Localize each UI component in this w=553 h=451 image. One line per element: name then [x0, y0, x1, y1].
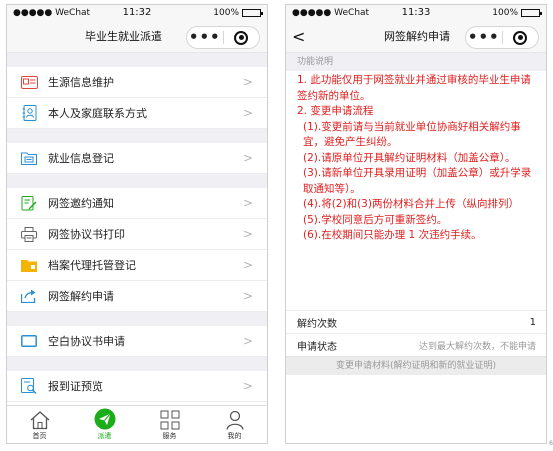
send-icon	[94, 408, 115, 430]
menu-label: 报到证预览	[48, 380, 103, 393]
menu-item-contact-info[interactable]: 本人及家庭联系方式 >	[7, 98, 267, 129]
mini-program-capsule: •••	[186, 26, 260, 49]
instruction-line: (3).请新单位开具录用证明（加盖公章）或升学录取通知等）。	[303, 167, 532, 195]
tab-service[interactable]: 服务	[137, 406, 202, 443]
menu-label: 网签邀约通知	[48, 197, 114, 210]
chevron-right-icon: >	[242, 196, 253, 210]
status-bar: ●●●●● WeChat 11:32 100%	[7, 5, 267, 21]
close-program-icon[interactable]	[503, 30, 539, 45]
user-icon	[225, 410, 244, 430]
instruction-line: 2. 变更申请流程	[297, 105, 374, 117]
tab-mine[interactable]: 我的	[202, 406, 267, 443]
blank-sheet-icon	[20, 333, 38, 349]
menu-label: 就业信息登记	[48, 152, 114, 165]
battery-percent: 100%	[213, 8, 239, 18]
tab-home[interactable]: 首页	[7, 406, 72, 443]
instruction-line: (6).在校期间只能办理 1 次违约手续。	[303, 229, 482, 241]
menu-item-cancel-agreement[interactable]: 网签解约申请 >	[7, 281, 267, 312]
chevron-right-icon: >	[242, 334, 253, 348]
chevron-right-icon: >	[242, 227, 253, 241]
more-options-icon[interactable]: •••	[466, 26, 502, 49]
battery-indicator: 100%	[213, 5, 263, 21]
nav-bar: < 网签解约申请 •••	[286, 21, 546, 53]
corner-mark: 6	[549, 440, 553, 447]
back-icon[interactable]: <	[292, 21, 305, 53]
menu-label: 档案代理托管登记	[48, 259, 136, 272]
tab-bar: 首页 派遣 服务 我的	[7, 405, 267, 443]
chevron-right-icon: >	[242, 258, 253, 272]
close-program-icon[interactable]	[224, 30, 260, 45]
cancel-count-row: 解约次数 1	[286, 310, 546, 333]
chevron-right-icon: >	[242, 75, 253, 89]
tab-label: 我的	[227, 432, 242, 440]
menu-item-employment-register[interactable]: 就业信息登记 >	[7, 143, 267, 174]
contact-book-icon	[20, 105, 38, 121]
right-phone-screen: ●●●●● WeChat 11:33 100% < 网签解约申请 ••• 功能说…	[285, 4, 547, 444]
instruction-line: (4).将(2)和(3)两份材料合并上传（纵向排列）	[303, 198, 519, 210]
menu-item-report-preview[interactable]: 报到证预览 >	[7, 371, 267, 402]
status-bar: ●●●●● WeChat 11:33 100%	[286, 5, 546, 21]
menu-label: 本人及家庭联系方式	[48, 107, 147, 120]
menu-item-invite-notice[interactable]: 网签邀约通知 >	[7, 188, 267, 219]
tab-label: 首页	[32, 432, 47, 440]
tab-label: 派遣	[97, 432, 112, 440]
apply-status-value: 达到最大解约次数，不能申请	[418, 341, 536, 352]
menu-item-archive-register[interactable]: 档案代理托管登记 >	[7, 250, 267, 281]
menu-item-agreement-print[interactable]: 网签协议书打印 >	[7, 219, 267, 250]
edit-note-icon	[20, 195, 38, 211]
printer-icon	[20, 226, 38, 242]
section-label: 功能说明	[286, 53, 546, 71]
instruction-line: (2).请原单位开具解约证明材料（加盖公章）。	[303, 151, 516, 164]
nav-bar: 毕业生就业派遣 •••	[7, 21, 267, 53]
menu-label: 网签协议书打印	[48, 228, 125, 241]
chevron-right-icon: >	[242, 379, 253, 393]
folder-card-icon	[20, 150, 38, 166]
apply-status-label: 申请状态	[297, 341, 337, 353]
grid-icon	[160, 410, 179, 430]
share-out-icon	[20, 288, 38, 304]
chevron-right-icon: >	[242, 289, 253, 303]
instruction-line: (5).学校同意后方可重新签约。	[303, 213, 448, 226]
battery-indicator: 100%	[492, 5, 542, 21]
id-card-icon	[20, 74, 38, 90]
menu-label: 空白协议书申请	[48, 335, 125, 348]
cancel-count-label: 解约次数	[297, 318, 337, 330]
folder-icon	[20, 257, 38, 273]
change-materials-button[interactable]: 变更申请材料(解约证明和新的就业证明)	[286, 356, 546, 375]
cancel-count-value: 1	[529, 316, 536, 328]
tab-label: 服务	[162, 432, 177, 440]
chevron-right-icon: >	[242, 151, 253, 165]
page-title: 网签解约申请	[384, 30, 450, 43]
tab-dispatch[interactable]: 派遣	[72, 406, 137, 443]
instruction-line: (1).变更前请与当前就业单位协商好相关解约事宜，避免产生纠纷。	[303, 120, 521, 149]
menu-item-blank-agreement[interactable]: 空白协议书申请 >	[7, 326, 267, 357]
home-icon	[30, 411, 49, 430]
menu-label: 网签解约申请	[48, 290, 114, 303]
instruction-line: 1. 此功能仅用于网签就业并通过审核的毕业生申请签约新的单位。	[297, 74, 531, 102]
more-options-icon[interactable]: •••	[187, 26, 223, 49]
search-doc-icon	[20, 378, 38, 394]
page-title: 毕业生就业派遣	[85, 30, 162, 43]
instructions-block: 1. 此功能仅用于网签就业并通过审核的毕业生申请签约新的单位。 2. 变更申请流…	[286, 71, 546, 310]
left-phone-screen: ●●●●● WeChat 11:32 100% 毕业生就业派遣 ••• 生源信息…	[6, 4, 268, 444]
battery-icon	[242, 9, 263, 17]
mini-program-capsule: •••	[465, 26, 539, 49]
battery-percent: 100%	[492, 8, 518, 18]
menu-label: 生源信息维护	[48, 76, 114, 89]
battery-icon	[521, 9, 542, 17]
chevron-right-icon: >	[242, 106, 253, 120]
menu-item-student-info[interactable]: 生源信息维护 >	[7, 67, 267, 98]
apply-status-row: 申请状态 达到最大解约次数，不能申请	[286, 333, 546, 356]
